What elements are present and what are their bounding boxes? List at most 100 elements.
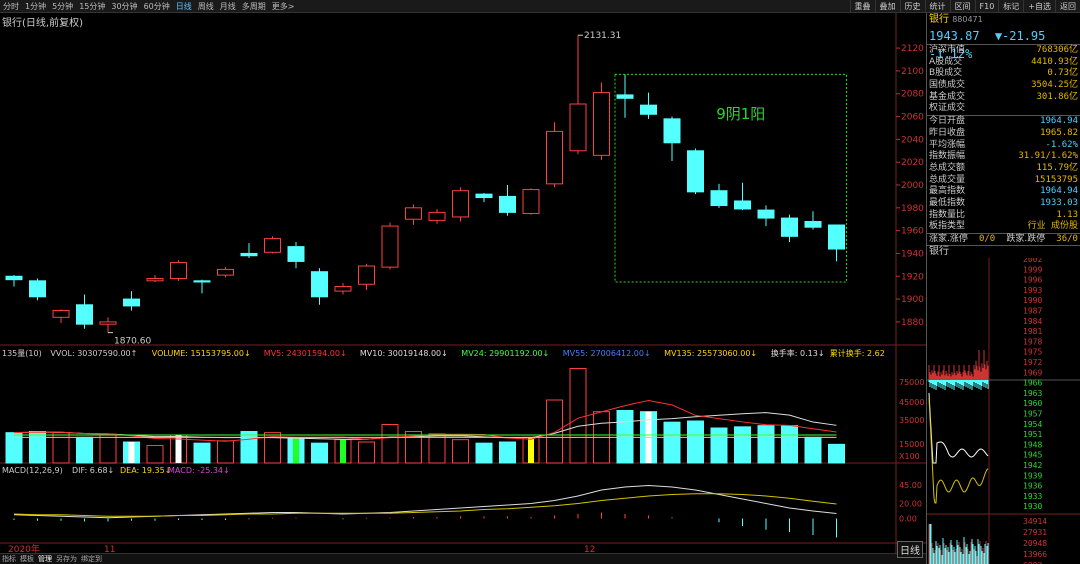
stat-label: B股成交 [929,68,963,79]
mini-price-tick: 1954 [1023,419,1042,428]
volume-bar [616,410,634,464]
toolbar-button[interactable]: 区间 [949,0,975,13]
period-tab[interactable]: 60分钟 [141,1,173,12]
stat-row: 指数振幅 31.91/1.62% [927,151,1080,163]
period-tab[interactable]: 周线 [195,1,217,12]
price-tick-label: 1900 [901,295,924,305]
candle-body [616,94,634,99]
stat-row: 总成交额 115.79亿 [927,163,1080,175]
price-tick-label: 2020 [901,158,924,168]
stat-label: 总成交额 [929,162,966,173]
candle-body [264,238,281,253]
period-tab[interactable]: 1分钟 [22,1,49,12]
period-tab[interactable]: 日线 [173,1,195,12]
stat-row: 最低指数 1933.03 [927,198,1080,210]
toolbar-button[interactable]: +自选 [1023,0,1055,13]
macd-name: MACD(12,26,9) [2,466,63,475]
period-tab[interactable]: 5分钟 [49,1,76,12]
stat-label: 权证成交 [929,103,966,114]
mini-price-tick: 1987 [1023,306,1042,315]
indicator-tab[interactable]: 绑定到 [79,554,104,564]
stat-value: 3504.25亿 [1031,80,1078,91]
stat-value: 1964.94 [1040,186,1078,197]
indicator-tab[interactable]: 指标 [0,554,18,564]
toolbar-button[interactable]: 标记 [998,0,1023,13]
day-period-button[interactable]: 日线 [897,541,923,558]
stat-value: 31.91/1.62% [1018,151,1078,162]
mini-price-tick: 1981 [1023,327,1042,336]
indicator-tab[interactable]: 另存为 [54,554,79,564]
candle-body [311,271,328,298]
turnover-stats: 沪深市值 768306亿 A股成交 4410.93亿 B股成交 0.73亿 国债成交 3504… [927,45,1080,117]
period-tab[interactable]: 分时 [0,1,22,12]
volume-bar [734,426,751,464]
candle-body [99,321,117,325]
index-stats: 今日开盘 1964.94 昨日收盘 1965.82 平均涨幅 -1.62% 指数振幅 31.9… [927,116,1080,234]
volume-tick-label: X100 [899,452,920,461]
volume-bar [217,440,234,464]
toolbar-button[interactable]: 返回 [1055,0,1080,13]
intraday-mini-chart[interactable]: 200219991996 1993199019871984 198119781975… [927,255,1080,564]
volume-bar [687,420,704,464]
candle-body [687,150,704,193]
volume-header-vvol: VVOL: 30307590.00↑ [50,349,137,358]
stat-label: 沪深市值 [929,45,966,55]
candle-body [428,211,446,221]
stat-value: 1964.94 [1040,116,1078,127]
candle-body [828,224,845,250]
volume-header-mv24: MV24: 29901192.00↓ [461,349,549,358]
price-tick-label: 1940 [901,249,924,259]
mini-price-tick: 1978 [1023,337,1042,346]
candle-body [193,280,211,283]
volume-header-hsl: 换手率: 0.13↓ [771,348,825,358]
mini-volume-tick: 27931 [1023,528,1047,537]
volume-bar [428,433,446,464]
candle-body [287,246,305,262]
candle-body [381,225,399,268]
mini-price-tick: 1990 [1023,296,1042,305]
candle-body [146,278,164,282]
mini-volume-tick: 34914 [1023,517,1047,526]
toolbar-button[interactable]: 统计 [924,0,950,13]
candlestick-chart[interactable]: 2120 2100 2080 2060 2040 2020 2000 1980 1960 1940… [0,13,926,553]
volume-bar [193,442,211,464]
mini-price-tick: 1969 [1023,368,1042,377]
candle-body [757,209,775,219]
candle-body [499,195,516,213]
volume-header-mv55: MV55: 27006412.00↓ [563,349,651,358]
macd-tick-label: 20.00 [899,500,922,509]
toolbar-button[interactable]: 重叠 [849,0,875,13]
stat-label: 平均涨幅 [929,139,966,150]
volume-tick-label: 35000 [899,416,924,425]
indicator-tab[interactable]: 模板 [18,554,36,564]
period-tab[interactable]: 更多> [269,1,298,12]
up-down-count: 涨家.涨停 0/0 跌家.跌停 36/0 [927,234,1080,246]
macd-dea: DEA: 19.35↓ [120,466,171,475]
stat-value: 0.73亿 [1047,68,1078,79]
mini-chart-title: 银行 [929,245,949,257]
stat-row: 今日开盘 1964.94 [927,116,1080,128]
volume-marker-bar [128,442,135,463]
stat-value: 768306亿 [1036,45,1078,55]
stat-label: 基金成交 [929,91,966,102]
period-tab[interactable]: 15分钟 [76,1,108,12]
stat-label: A股成交 [929,56,963,67]
price-tick-label: 1920 [901,272,924,282]
period-tab[interactable]: 月线 [217,1,239,12]
period-tab[interactable]: 多周期 [239,1,269,12]
period-tab[interactable]: 30分钟 [108,1,140,12]
toolbar-button[interactable]: 历史 [899,0,925,13]
indicator-tab[interactable]: 管理 [36,554,54,564]
toolbar-button[interactable]: 叠加 [874,0,900,13]
volume-tick-label: 45000 [899,398,924,407]
mini-price-tick: 1996 [1023,275,1042,284]
candle-body [734,200,751,210]
stat-value: 1965.82 [1040,127,1078,138]
toolbar-button[interactable]: F10 [974,0,999,13]
volume-header-ljhs: 累计换手: 2.62 [830,348,885,358]
stat-label: 今日开盘 [929,116,966,127]
volume-header-mv135: MV135: 25573060.00↓ [664,349,757,358]
price-tick-label: 1980 [901,204,924,214]
volume-bar [381,424,399,464]
candle-body [29,280,46,298]
